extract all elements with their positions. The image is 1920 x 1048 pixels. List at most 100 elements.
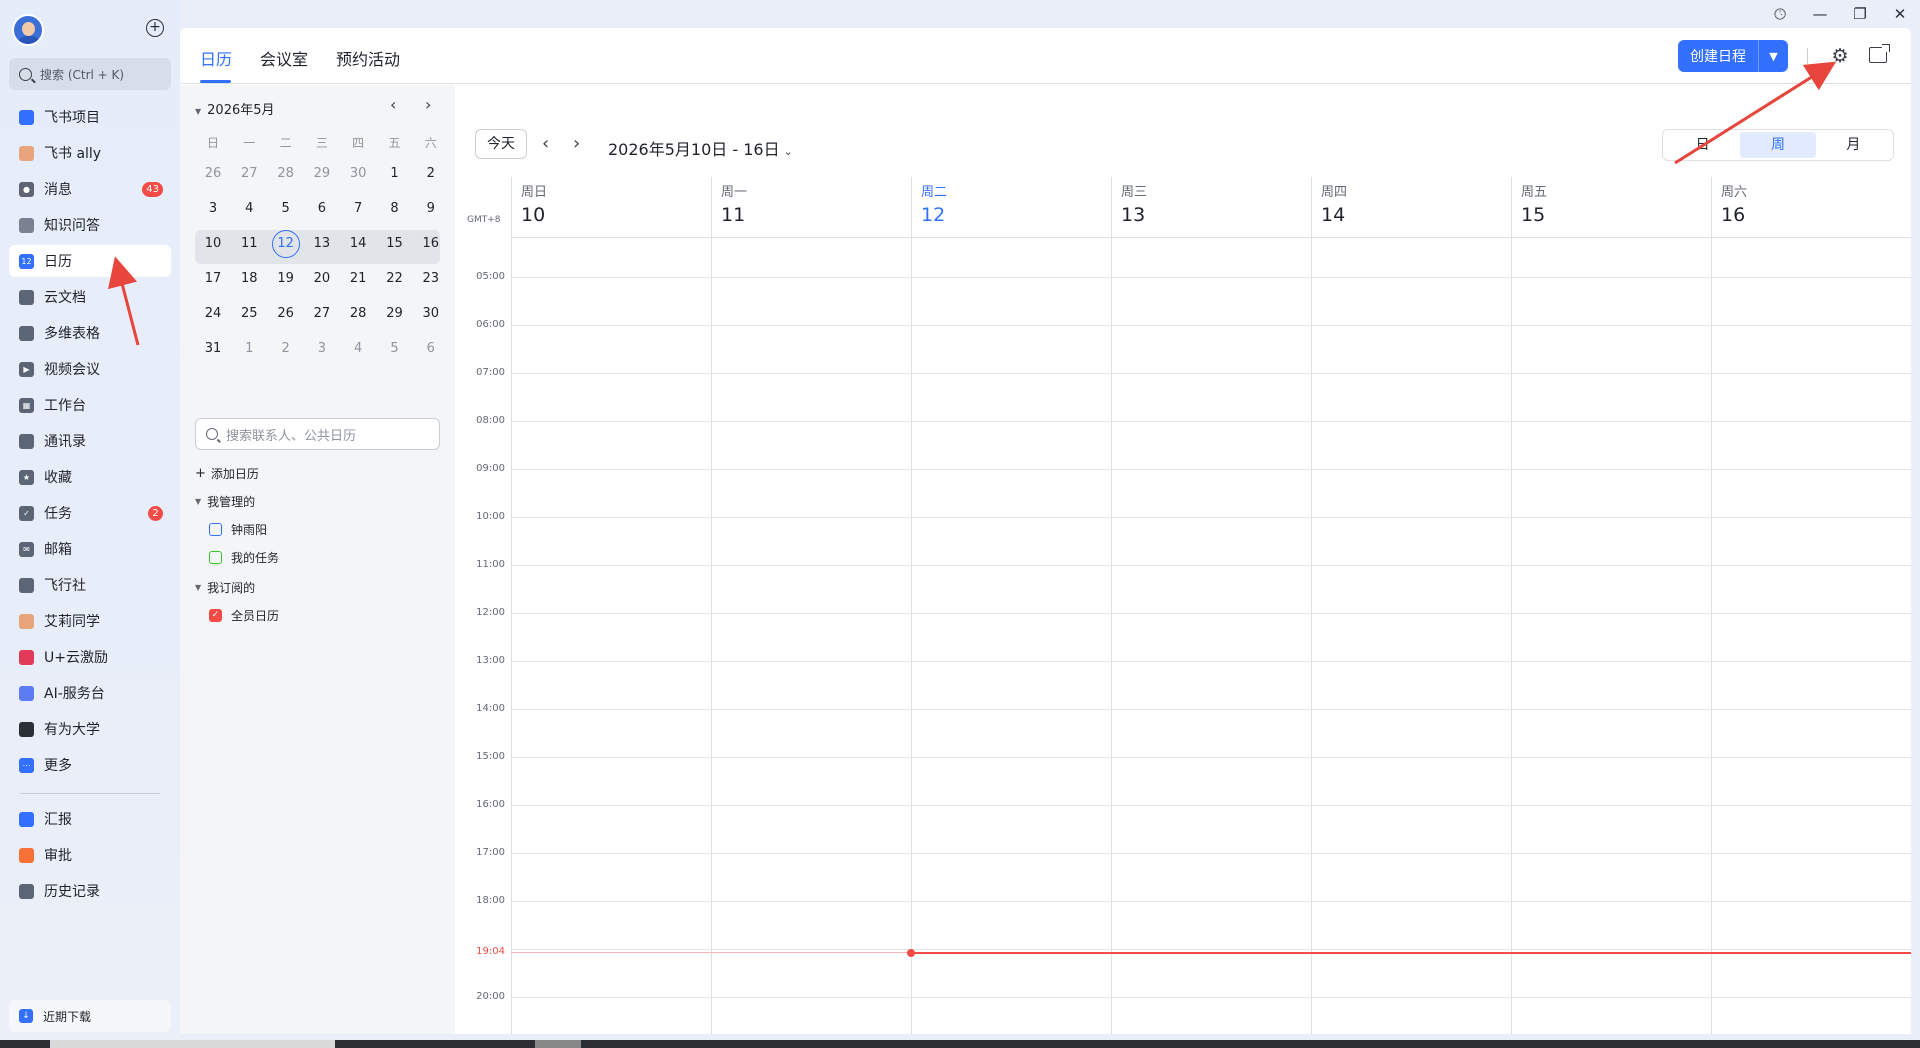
mini-calendar-day[interactable]: 1: [231, 332, 267, 366]
day-header[interactable]: 周六 16: [1721, 181, 1747, 226]
mini-calendar-day[interactable]: 13: [304, 227, 340, 261]
mini-calendar-day[interactable]: 8: [377, 192, 413, 226]
mini-calendar-day[interactable]: 24: [195, 297, 231, 331]
mini-calendar-day[interactable]: 26: [195, 157, 231, 191]
mini-calendar-day[interactable]: 2: [413, 157, 449, 191]
today-button[interactable]: 今天: [475, 129, 527, 159]
restore-icon[interactable]: ❐: [1840, 0, 1880, 28]
managed-section-header[interactable]: ▼ 我管理的: [195, 493, 255, 510]
chevron-down-icon[interactable]: ▼: [1759, 50, 1788, 63]
mini-calendar-day[interactable]: 7: [340, 192, 376, 226]
mini-calendar-day[interactable]: 12: [268, 227, 304, 261]
close-icon[interactable]: ✕: [1880, 0, 1920, 28]
mini-calendar-day[interactable]: 25: [231, 297, 267, 331]
mini-calendar-day[interactable]: 3: [195, 192, 231, 226]
sidebar-item-u-plus[interactable]: U+云激励: [9, 641, 171, 673]
sidebar-item-aili-avatar[interactable]: 艾莉同学: [9, 605, 171, 637]
mini-calendar-day[interactable]: 3: [304, 332, 340, 366]
sidebar-item-history[interactable]: 历史记录: [9, 875, 171, 907]
calendar-item-my-tasks[interactable]: 我的任务: [209, 549, 279, 566]
day-header[interactable]: 周一 11: [721, 181, 747, 226]
mini-calendar-day[interactable]: 15: [377, 227, 413, 261]
sidebar-item-report[interactable]: 汇报: [9, 803, 171, 835]
open-in-window-icon[interactable]: [1869, 44, 1890, 63]
next-week-icon[interactable]: ›: [573, 133, 580, 154]
day-header[interactable]: 周三 13: [1121, 181, 1147, 226]
mini-calendar-day[interactable]: 11: [231, 227, 267, 261]
sidebar-item-message[interactable]: ● 消息 43: [9, 173, 171, 205]
sidebar-item-task-check[interactable]: ✓ 任务 2: [9, 497, 171, 529]
day-header[interactable]: 周日 10: [521, 181, 547, 226]
sidebar-item-calendar[interactable]: 12 日历: [9, 245, 171, 277]
mini-calendar-day[interactable]: 6: [413, 332, 449, 366]
subscribed-section-header[interactable]: ▼ 我订阅的: [195, 579, 255, 596]
mini-calendar-day[interactable]: 16: [413, 227, 449, 261]
mini-calendar-day[interactable]: 1: [377, 157, 413, 191]
mini-calendar-day[interactable]: 30: [413, 297, 449, 331]
sidebar-item-more[interactable]: ⋯ 更多: [9, 749, 171, 781]
global-search-input[interactable]: 搜索 (Ctrl + K): [9, 58, 171, 90]
sidebar-item-knowledge-qa[interactable]: 知识问答: [9, 209, 171, 241]
day-header[interactable]: 周二 12: [921, 181, 947, 226]
mini-calendar-day[interactable]: 22: [377, 262, 413, 296]
mini-calendar-day[interactable]: 14: [340, 227, 376, 261]
mini-calendar-day[interactable]: 19: [268, 262, 304, 296]
sidebar-item-star[interactable]: ★ 收藏: [9, 461, 171, 493]
mini-calendar-day[interactable]: 17: [195, 262, 231, 296]
sidebar-item-graduation-cap[interactable]: 有为大学: [9, 713, 171, 745]
mini-calendar-day[interactable]: 31: [195, 332, 231, 366]
calendar-checkbox[interactable]: [209, 523, 222, 536]
recent-downloads-button[interactable]: ↓ 近期下载: [9, 1000, 171, 1032]
sidebar-item-flight-club[interactable]: 飞行社: [9, 569, 171, 601]
sidebar-item-contacts[interactable]: 通讯录: [9, 425, 171, 457]
week-range-picker[interactable]: 2026年5月10日 - 16日 ⌄: [608, 136, 793, 160]
mini-calendar-day[interactable]: 2: [268, 332, 304, 366]
tab-booking-activity[interactable]: 预约活动: [336, 46, 400, 70]
mini-calendar-day[interactable]: 29: [377, 297, 413, 331]
mini-calendar-day[interactable]: 9: [413, 192, 449, 226]
mini-calendar-day[interactable]: 28: [268, 157, 304, 191]
mini-calendar-day[interactable]: 29: [304, 157, 340, 191]
mini-calendar-day[interactable]: 20: [304, 262, 340, 296]
mini-calendar-prev-icon[interactable]: ‹: [390, 95, 396, 114]
sidebar-item-approval[interactable]: 审批: [9, 839, 171, 871]
sidebar-item-docs[interactable]: 云文档: [9, 281, 171, 313]
view-month[interactable]: 月: [1816, 132, 1891, 158]
calendar-item-all-staff[interactable]: ✓ 全员日历: [209, 607, 279, 624]
add-icon[interactable]: +: [146, 19, 164, 37]
mini-calendar-day[interactable]: 27: [304, 297, 340, 331]
mini-calendar-day[interactable]: 18: [231, 262, 267, 296]
calendar-item-zhongyuyang[interactable]: 钟雨阳: [209, 521, 267, 538]
sidebar-item-base-table[interactable]: 多维表格: [9, 317, 171, 349]
mini-calendar-day[interactable]: 10: [195, 227, 231, 261]
sidebar-item-ai-service-desk[interactable]: AI-服务台: [9, 677, 171, 709]
calendar-checkbox-checked[interactable]: ✓: [209, 609, 222, 622]
mini-calendar-day[interactable]: 26: [268, 297, 304, 331]
prev-week-icon[interactable]: ‹: [542, 133, 549, 154]
sidebar-item-video-meeting[interactable]: ▶ 视频会议: [9, 353, 171, 385]
mini-calendar-day[interactable]: 28: [340, 297, 376, 331]
sidebar-item-feishu-project[interactable]: 飞书项目: [9, 101, 171, 133]
mini-calendar-day[interactable]: 5: [268, 192, 304, 226]
add-calendar-button[interactable]: + 添加日历: [195, 465, 259, 482]
history-clock-icon[interactable]: 🕓︎: [1760, 0, 1800, 28]
tab-calendar[interactable]: 日历: [200, 46, 232, 70]
sidebar-item-ally-avatar[interactable]: 飞书 ally: [9, 137, 171, 169]
mini-calendar-day[interactable]: 30: [340, 157, 376, 191]
day-header[interactable]: 周四 14: [1321, 181, 1347, 226]
mini-calendar-day[interactable]: 6: [304, 192, 340, 226]
user-avatar[interactable]: [12, 14, 44, 46]
mini-calendar-day[interactable]: 27: [231, 157, 267, 191]
minimize-icon[interactable]: —: [1800, 0, 1840, 28]
mini-calendar-next-icon[interactable]: ›: [425, 95, 431, 114]
mini-calendar-day[interactable]: 4: [340, 332, 376, 366]
view-day[interactable]: 日: [1665, 132, 1740, 158]
day-header[interactable]: 周五 15: [1521, 181, 1547, 226]
calendar-checkbox[interactable]: [209, 551, 222, 564]
sidebar-item-mail[interactable]: ✉ 邮箱: [9, 533, 171, 565]
settings-gear-icon[interactable]: ⚙: [1830, 46, 1850, 66]
view-week[interactable]: 周: [1740, 132, 1816, 158]
create-event-button[interactable]: 创建日程 ▼: [1678, 40, 1788, 72]
mini-calendar-day[interactable]: 4: [231, 192, 267, 226]
tab-meeting-room[interactable]: 会议室: [260, 46, 308, 70]
